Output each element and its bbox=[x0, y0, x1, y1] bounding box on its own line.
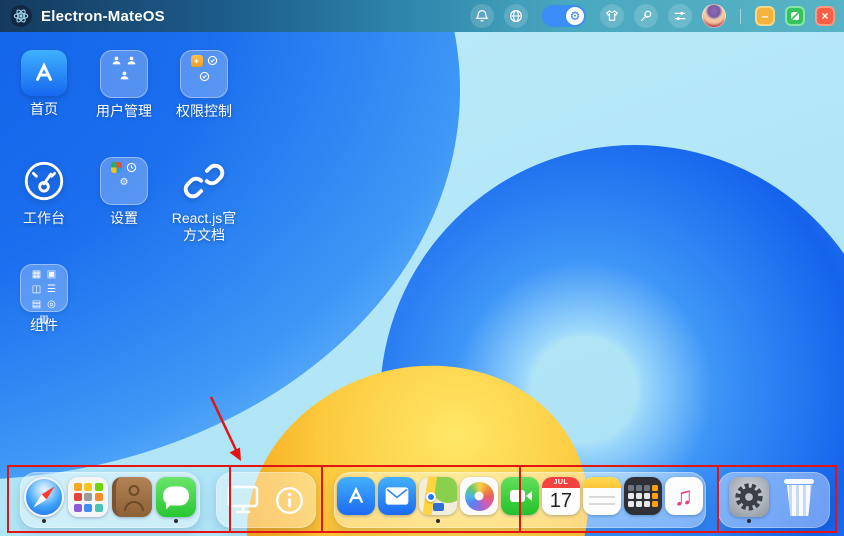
window-title: Electron-MateOS bbox=[41, 8, 165, 25]
desktop-item-permission-control[interactable]: ✦ 权限控制 bbox=[164, 50, 244, 157]
dock-group-applications: JUL 17 ♫ bbox=[334, 472, 706, 528]
clock-icon bbox=[126, 162, 137, 173]
target-component-icon: ◎ bbox=[46, 299, 57, 310]
monitor-icon bbox=[225, 483, 261, 517]
dock-icon-trash[interactable] bbox=[778, 477, 820, 523]
pin-icon bbox=[639, 9, 653, 23]
notifications-button[interactable] bbox=[470, 4, 494, 28]
annotation-arrow bbox=[211, 397, 241, 461]
gauge-icon bbox=[20, 157, 68, 205]
desktop-item-user-management[interactable]: 用户管理 bbox=[84, 50, 164, 157]
form-component-icon: ▤ bbox=[31, 299, 42, 310]
dock-icon-facetime[interactable] bbox=[500, 477, 539, 523]
tshirt-icon bbox=[605, 9, 619, 23]
info-icon bbox=[274, 485, 305, 516]
skin-theme-button[interactable] bbox=[600, 4, 624, 28]
dock-icon-launchpad[interactable] bbox=[67, 477, 109, 523]
app-logo-icon bbox=[10, 5, 32, 27]
gear-icon: ⚙ bbox=[566, 7, 584, 25]
dock-group-system bbox=[718, 472, 830, 528]
desktop-item-settings[interactable]: ⚙ 设置 bbox=[84, 157, 164, 264]
mateos-desktop: Electron-MateOS ⚙ bbox=[0, 0, 844, 536]
close-button[interactable]: × bbox=[815, 6, 835, 26]
list-component-icon: ☰ bbox=[46, 284, 57, 295]
title-bar: Electron-MateOS ⚙ bbox=[0, 0, 844, 32]
calendar-month-label: JUL bbox=[542, 477, 580, 488]
dock-icon-messages[interactable] bbox=[155, 477, 197, 523]
titlebar-divider bbox=[740, 9, 741, 24]
dock-group-system-shortcuts bbox=[216, 472, 316, 528]
folder-icon: ⚙ bbox=[100, 157, 148, 205]
link-icon bbox=[180, 157, 228, 205]
pin-button[interactable] bbox=[634, 4, 658, 28]
desktop-item-workbench[interactable]: 工作台 bbox=[4, 157, 84, 264]
dock-icon-info[interactable] bbox=[268, 477, 310, 523]
desktop-item-label: 权限控制 bbox=[165, 103, 243, 120]
running-indicator bbox=[42, 519, 46, 523]
user-icon bbox=[119, 70, 130, 81]
dock-icon-system-settings[interactable] bbox=[728, 477, 770, 523]
desktop-item-label: 首页 bbox=[5, 101, 83, 118]
table-component-icon: ▦ bbox=[31, 269, 42, 280]
window-component-icon: ◫ bbox=[31, 284, 42, 295]
dock-icon-photos[interactable] bbox=[460, 477, 499, 523]
gold-badge-icon: ✦ bbox=[191, 55, 203, 67]
dock-icon-display[interactable] bbox=[222, 477, 264, 523]
shield-check-icon bbox=[199, 71, 210, 82]
home-appstore-icon bbox=[21, 50, 67, 96]
dock-icon-contacts[interactable] bbox=[111, 477, 153, 523]
minimize-button[interactable]: – bbox=[755, 6, 775, 26]
language-button[interactable] bbox=[504, 4, 528, 28]
gear-icon: ⚙ bbox=[119, 177, 130, 188]
bell-icon bbox=[475, 9, 489, 23]
desktop-item-label: 设置 bbox=[85, 210, 163, 227]
grid-component-icon: ▥ bbox=[39, 314, 50, 325]
running-indicator bbox=[174, 519, 178, 523]
dock-icon-notes[interactable] bbox=[582, 477, 621, 523]
calendar-day-label: 17 bbox=[550, 488, 572, 514]
globe-icon bbox=[509, 9, 523, 23]
filter-settings-button[interactable] bbox=[668, 4, 692, 28]
dock-icon-maps[interactable] bbox=[419, 477, 458, 523]
dock-icon-calculator[interactable] bbox=[623, 477, 662, 523]
desktop-item-label: React.js官方文档 bbox=[165, 210, 243, 244]
restore-icon bbox=[790, 11, 800, 21]
folder-icon: ✦ bbox=[180, 50, 228, 98]
user-icon bbox=[126, 55, 137, 66]
dock-group-favorites bbox=[20, 472, 200, 528]
folder-icon: ▦ ▣ ◫ ☰ ▤ ◎ ▥ bbox=[20, 264, 68, 312]
desktop-item-label: 工作台 bbox=[5, 210, 83, 227]
sliders-icon bbox=[673, 9, 687, 23]
trash-icon bbox=[784, 477, 814, 517]
panel-component-icon: ▣ bbox=[46, 269, 57, 280]
maximize-button[interactable] bbox=[785, 6, 805, 26]
dock-icon-calendar[interactable]: JUL 17 bbox=[541, 477, 580, 523]
running-indicator bbox=[747, 519, 751, 523]
desktop-item-label: 用户管理 bbox=[85, 103, 163, 120]
shield-check-icon bbox=[207, 55, 218, 66]
gear-icon bbox=[732, 480, 766, 514]
desktop-item-home[interactable]: 首页 bbox=[4, 50, 84, 157]
music-note-icon: ♫ bbox=[674, 483, 694, 509]
dock-icon-app-store[interactable] bbox=[337, 477, 376, 523]
theme-toggle[interactable]: ⚙ bbox=[542, 5, 586, 27]
dock-icon-mail[interactable] bbox=[378, 477, 417, 523]
dock-icon-music[interactable]: ♫ bbox=[664, 477, 703, 523]
desktop-icon-grid: 首页 用户管理 ✦ bbox=[4, 50, 244, 371]
running-indicator bbox=[436, 519, 440, 523]
dock-icon-safari[interactable] bbox=[23, 477, 65, 523]
desktop-item-react-docs[interactable]: React.js官方文档 bbox=[164, 157, 244, 264]
user-icon bbox=[111, 55, 122, 66]
user-avatar[interactable] bbox=[702, 4, 726, 28]
desktop-item-components[interactable]: ▦ ▣ ◫ ☰ ▤ ◎ ▥ 组件 bbox=[4, 264, 84, 371]
folder-icon bbox=[100, 50, 148, 98]
palette-icon bbox=[111, 162, 122, 173]
